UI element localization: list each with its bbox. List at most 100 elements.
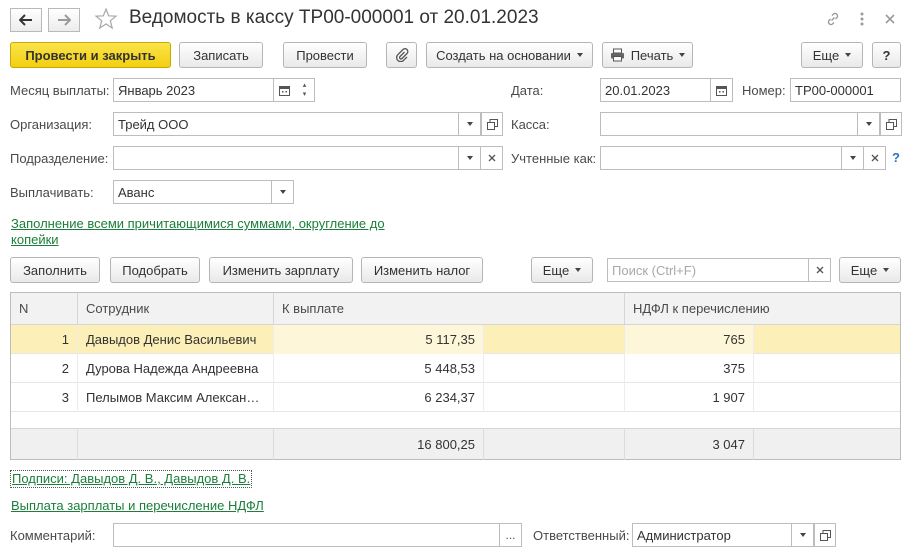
table-row[interactable]: 2 Дурова Надежда Андреевна 5 448,53 375 [11,354,900,383]
attach-button[interactable] [386,42,417,68]
table-more-label: Еще [542,262,570,278]
paperclip-icon [395,48,408,62]
organization-open-button[interactable] [481,112,503,136]
chevron-down-icon [883,268,890,272]
total-n [11,429,78,460]
close-icon[interactable] [879,8,901,30]
row-n: 1 [11,325,78,354]
cash-dropdown-button[interactable] [858,112,880,136]
row-spacer [484,325,625,354]
table-row[interactable]: 1 Давыдов Денис Васильевич 5 117,35 765 [11,325,900,354]
comment-label: Комментарий: [10,528,96,543]
counted-as-clear-button[interactable] [864,146,886,170]
payment-link[interactable]: Выплата зарплаты и перечисление НДФЛ [11,498,264,514]
number-input[interactable]: ТР00-000001 [790,78,901,102]
total-employee [78,429,274,460]
header-amount[interactable]: К выплате [274,293,625,325]
fill-settings-link-line2: копейки [11,232,59,247]
organization-input[interactable]: Трейд ООО [113,112,459,136]
favorite-star-icon[interactable] [94,7,118,31]
chevron-down-icon [845,53,852,57]
chevron-up-icon[interactable]: ▴ [303,81,307,90]
comment-input[interactable] [113,523,500,547]
cash-label: Касса: [511,117,550,132]
link-icon[interactable] [822,8,844,30]
header-employee[interactable]: Сотрудник [78,293,274,325]
search-clear-button[interactable] [809,258,831,282]
clear-icon [871,154,878,162]
department-dropdown-button[interactable] [459,146,481,170]
responsible-input[interactable]: Администратор [632,523,792,547]
responsible-label: Ответственный: [533,528,630,543]
comment-expand-button[interactable]: ... [500,523,522,547]
fill-button[interactable]: Заполнить [10,257,100,283]
header-tax[interactable]: НДФЛ к перечислению [625,293,900,325]
fill-settings-link[interactable]: Заполнение всеми причитающимися суммами,… [11,216,385,248]
row-spacer [484,354,625,383]
back-button[interactable] [10,8,42,32]
pay-type-select[interactable]: Аванс [113,180,272,204]
search-input[interactable]: Поиск (Ctrl+F) [607,258,809,282]
header-n[interactable]: N [11,293,78,325]
chevron-down-icon[interactable]: ▾ [303,90,307,99]
table-more-button[interactable]: Еще [531,257,593,283]
chevron-down-icon [799,533,806,537]
counted-as-input[interactable] [600,146,842,170]
month-spinner[interactable]: ▴ ▾ [295,78,315,102]
row-spacer [484,383,625,412]
help-button[interactable]: ? [872,42,901,68]
save-button[interactable]: Записать [179,42,263,68]
responsible-dropdown-button[interactable] [792,523,814,547]
post-and-close-button[interactable]: Провести и закрыть [10,42,171,68]
date-calendar-button[interactable] [711,78,733,102]
more-vertical-icon[interactable] [851,8,873,30]
date-input[interactable]: 20.01.2023 [600,78,711,102]
row-tax[interactable]: 765 [625,325,754,354]
chevron-down-icon [849,156,856,160]
row-n: 3 [11,383,78,412]
counted-as-dropdown-button[interactable] [842,146,864,170]
calendar-button[interactable] [274,78,296,102]
arrow-right-icon [58,14,71,26]
pick-button[interactable]: Подобрать [110,257,200,283]
change-tax-button[interactable]: Изменить налог [361,257,483,283]
print-button[interactable]: Печать [602,42,693,68]
month-input[interactable]: Январь 2023 [113,78,274,102]
page-title: Ведомость в кассу ТР00-000001 от 20.01.2… [129,7,539,28]
chevron-down-icon [466,156,473,160]
pay-type-dropdown-button[interactable] [272,180,294,204]
row-employee: Давыдов Денис Васильевич [78,325,274,354]
total-spacer [484,429,625,460]
calendar-icon [716,85,727,96]
department-input[interactable] [113,146,459,170]
counted-as-help-icon[interactable]: ? [892,150,900,165]
open-window-icon [885,118,897,130]
cash-open-button[interactable] [880,112,902,136]
clear-icon [488,154,495,162]
department-clear-button[interactable] [481,146,503,170]
chevron-down-icon [865,122,872,126]
row-amount[interactable]: 5 117,35 [274,325,484,354]
signatures-link[interactable]: Подписи: Давыдов Д. В., Давыдов Д. В. [10,470,253,488]
create-based-on-button[interactable]: Создать на основании [426,42,593,68]
table-more-label-2: Еще [850,262,878,278]
print-label: Печать [630,47,674,63]
change-salary-button[interactable]: Изменить зарплату [209,257,353,283]
organization-dropdown-button[interactable] [459,112,481,136]
forward-button[interactable] [48,8,80,32]
row-employee: Пелымов Максим Алексан… [78,383,274,412]
row-tax[interactable]: 375 [625,354,754,383]
post-button[interactable]: Провести [283,42,367,68]
chevron-down-icon [575,268,582,272]
more-actions-button[interactable]: Еще [801,42,863,68]
pay-label: Выплачивать: [10,185,94,200]
chevron-down-icon [576,53,583,57]
table-header: N Сотрудник К выплате НДФЛ к перечислени… [11,293,900,325]
table-row[interactable]: 3 Пелымов Максим Алексан… 6 234,37 1 907 [11,383,900,412]
row-amount[interactable]: 5 448,53 [274,354,484,383]
table-more-button-2[interactable]: Еще [839,257,901,283]
responsible-open-button[interactable] [814,523,836,547]
cash-input[interactable] [600,112,858,136]
row-tax[interactable]: 1 907 [625,383,754,412]
row-amount[interactable]: 6 234,37 [274,383,484,412]
